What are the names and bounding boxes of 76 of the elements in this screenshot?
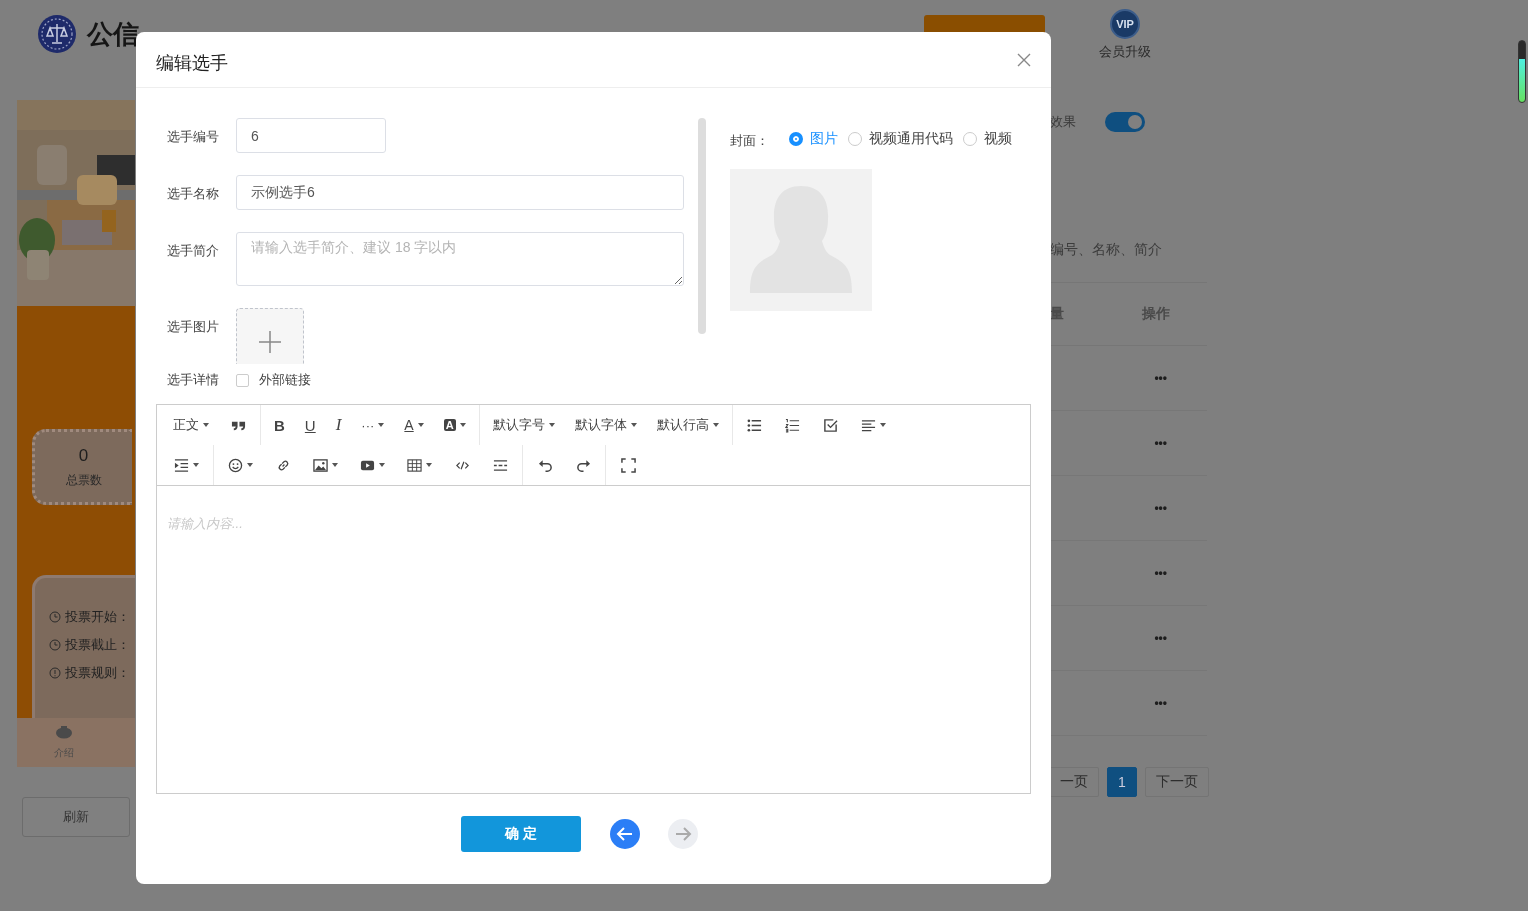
total-votes-value: 0: [78, 445, 89, 466]
info-label: 投票截止：: [65, 636, 130, 654]
alert-icon: [49, 667, 61, 679]
checkbox-label[interactable]: 外部链接: [259, 371, 311, 389]
vip-label[interactable]: 会员升级: [1099, 43, 1151, 61]
field-label: 选手编号: [167, 128, 220, 146]
bold-button[interactable]: B: [264, 410, 295, 440]
indent-icon[interactable]: [174, 457, 189, 473]
text-area[interactable]: 请输入选手简介、建议 18 字以内: [236, 232, 684, 286]
bullet-list-icon[interactable]: [747, 417, 763, 433]
divider-icon[interactable]: [492, 457, 508, 473]
font-family-dropdown[interactable]: 默认字体: [564, 410, 647, 440]
clock-icon: [49, 611, 61, 623]
more-actions-button[interactable]: •••: [1154, 371, 1167, 385]
info-label: 投票规则：: [65, 664, 130, 682]
total-votes-label: 总票数: [65, 471, 102, 489]
checkbox[interactable]: [236, 373, 249, 387]
more-actions-button[interactable]: •••: [1154, 696, 1167, 710]
more-actions-button[interactable]: •••: [1154, 436, 1167, 450]
heading-dropdown[interactable]: 正文: [163, 410, 219, 440]
radio-label[interactable]: 视频通用代码: [869, 130, 953, 148]
caret-icon[interactable]: [203, 423, 209, 427]
field-label: 选手详情: [167, 371, 220, 389]
italic-button[interactable]: I: [325, 410, 352, 440]
scroll-bar[interactable]: [1518, 40, 1526, 103]
search-field[interactable]: 编号、名称、简介: [1050, 232, 1207, 266]
info-label: 投票开始：: [65, 608, 130, 626]
field-label: 选手名称: [167, 185, 220, 203]
caret-icon[interactable]: [417, 423, 424, 427]
caret-icon[interactable]: [712, 423, 719, 427]
clock-icon: [49, 639, 61, 651]
effect-label: 效果: [1050, 113, 1077, 131]
logo-text: 公信: [87, 18, 139, 50]
text-field[interactable]: 6: [236, 118, 386, 153]
table-icon[interactable]: [407, 457, 422, 473]
line-height-dropdown[interactable]: 默认行高: [646, 410, 729, 440]
caret-icon[interactable]: [459, 423, 466, 427]
more-button[interactable]: ···: [351, 410, 395, 440]
caret-icon[interactable]: [332, 463, 338, 467]
close-icon[interactable]: [1017, 52, 1031, 67]
radio-button[interactable]: [963, 132, 977, 146]
field-label: 选手图片: [167, 318, 220, 336]
previous-button[interactable]: [610, 819, 640, 849]
caret-icon[interactable]: [548, 423, 555, 427]
dialog-title: 编辑选手: [156, 52, 228, 75]
font-size-dropdown[interactable]: 默认字号: [482, 410, 565, 440]
image-icon[interactable]: [313, 457, 328, 473]
field-label: 选手简介: [167, 242, 220, 260]
caret-icon[interactable]: [379, 463, 385, 467]
cover-label: 封面：: [730, 132, 769, 150]
effect-toggle[interactable]: [1105, 112, 1145, 132]
caret-icon[interactable]: [630, 423, 637, 427]
more-actions-button[interactable]: •••: [1154, 566, 1167, 580]
underline-button[interactable]: U: [294, 410, 326, 440]
align-icon[interactable]: [860, 417, 876, 433]
more-actions-button[interactable]: •••: [1154, 501, 1167, 515]
page-button[interactable]: 1: [1107, 767, 1137, 797]
checkbox-list-icon[interactable]: [823, 417, 839, 433]
smiley-icon[interactable]: [228, 457, 243, 473]
caret-icon[interactable]: [378, 423, 385, 427]
scales-logo-icon: [37, 14, 77, 54]
vip-badge[interactable]: VIP: [1110, 9, 1140, 39]
radio-label[interactable]: 视频: [984, 130, 1012, 148]
more-actions-button[interactable]: •••: [1154, 631, 1167, 645]
radio-button[interactable]: [789, 132, 803, 146]
caret-icon[interactable]: [193, 463, 199, 467]
radio-button[interactable]: [848, 132, 862, 146]
caret-icon[interactable]: [247, 463, 253, 467]
numbered-list-icon[interactable]: [785, 417, 801, 433]
font-color-button[interactable]: A: [394, 410, 434, 440]
caret-icon[interactable]: [879, 423, 886, 427]
background-color-button[interactable]: A: [433, 410, 476, 440]
scroll-bar[interactable]: [698, 118, 706, 334]
fullscreen-icon[interactable]: [620, 457, 636, 473]
text-field[interactable]: 示例选手6: [236, 175, 684, 210]
caret-icon[interactable]: [426, 463, 432, 467]
